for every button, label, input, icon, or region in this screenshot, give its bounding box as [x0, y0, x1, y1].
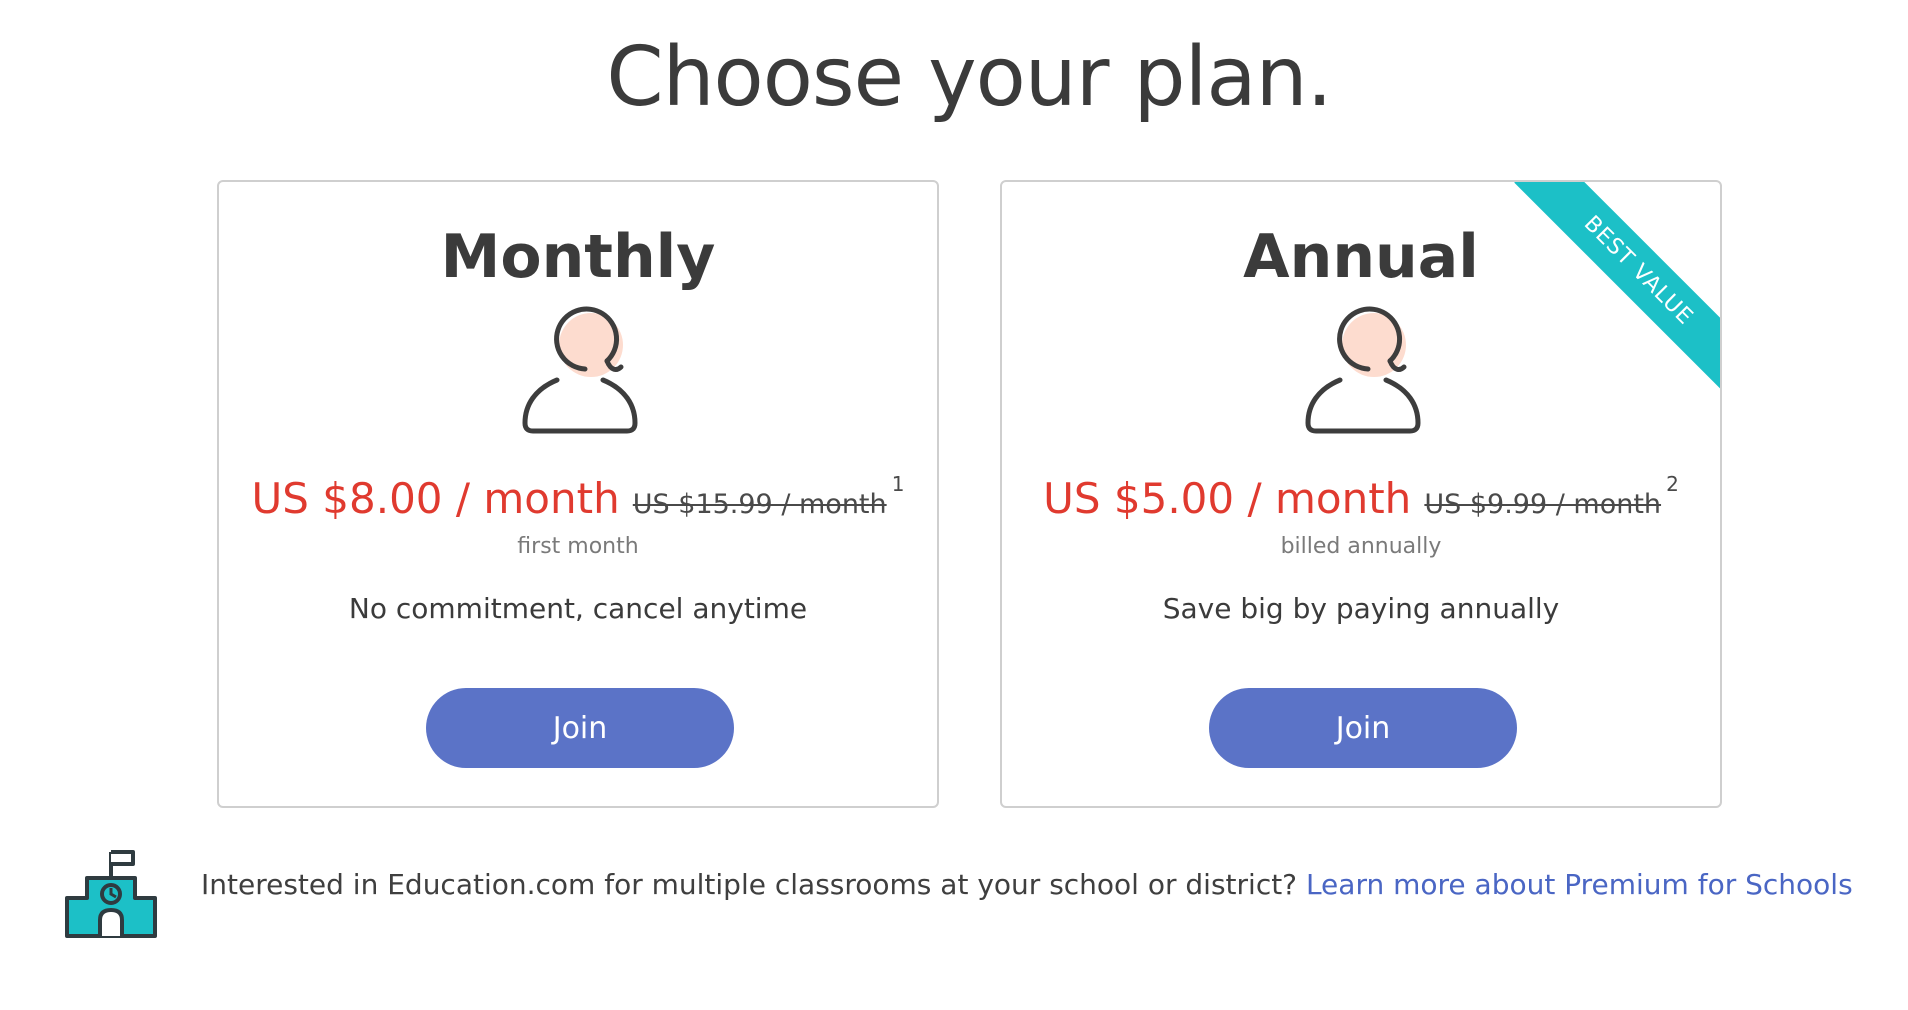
premium-for-schools-link[interactable]: Learn more about Premium for Schools	[1306, 868, 1853, 901]
footnote-mark: 2	[1666, 472, 1679, 496]
price-original: US $9.99 / month	[1424, 489, 1662, 520]
plan-card-annual: BEST VALUE Annual US $5.00 / month US $9…	[1000, 180, 1722, 808]
join-monthly-button[interactable]: Join	[426, 688, 734, 768]
footnote-mark: 1	[891, 472, 905, 496]
page-title: Choose your plan.	[606, 30, 1332, 125]
user-icon	[1305, 306, 1421, 434]
plan-card-monthly: Monthly US $8.00 / month US $15.99 / mon…	[217, 180, 939, 808]
user-icon	[522, 306, 638, 434]
join-annual-button[interactable]: Join	[1209, 688, 1517, 768]
schools-text: Interested in Education.com for multiple…	[201, 868, 1298, 901]
school-icon	[65, 850, 157, 938]
price-row: US $5.00 / month US $9.99 / month 2	[1002, 472, 1720, 523]
plan-name: Annual	[1243, 222, 1479, 292]
price-original: US $15.99 / month	[632, 489, 887, 520]
price-note: first month	[517, 534, 639, 559]
price-note: billed annually	[1280, 534, 1442, 559]
plan-description: No commitment, cancel anytime	[348, 592, 808, 625]
price-current: US $5.00 / month	[1043, 474, 1412, 523]
plan-description: Save big by paying annually	[1162, 592, 1560, 625]
plan-name: Monthly	[440, 222, 716, 292]
price-row: US $8.00 / month US $15.99 / month 1	[219, 472, 937, 523]
price-current: US $8.00 / month	[251, 474, 620, 523]
schools-note: Interested in Education.com for multiple…	[201, 868, 1853, 901]
